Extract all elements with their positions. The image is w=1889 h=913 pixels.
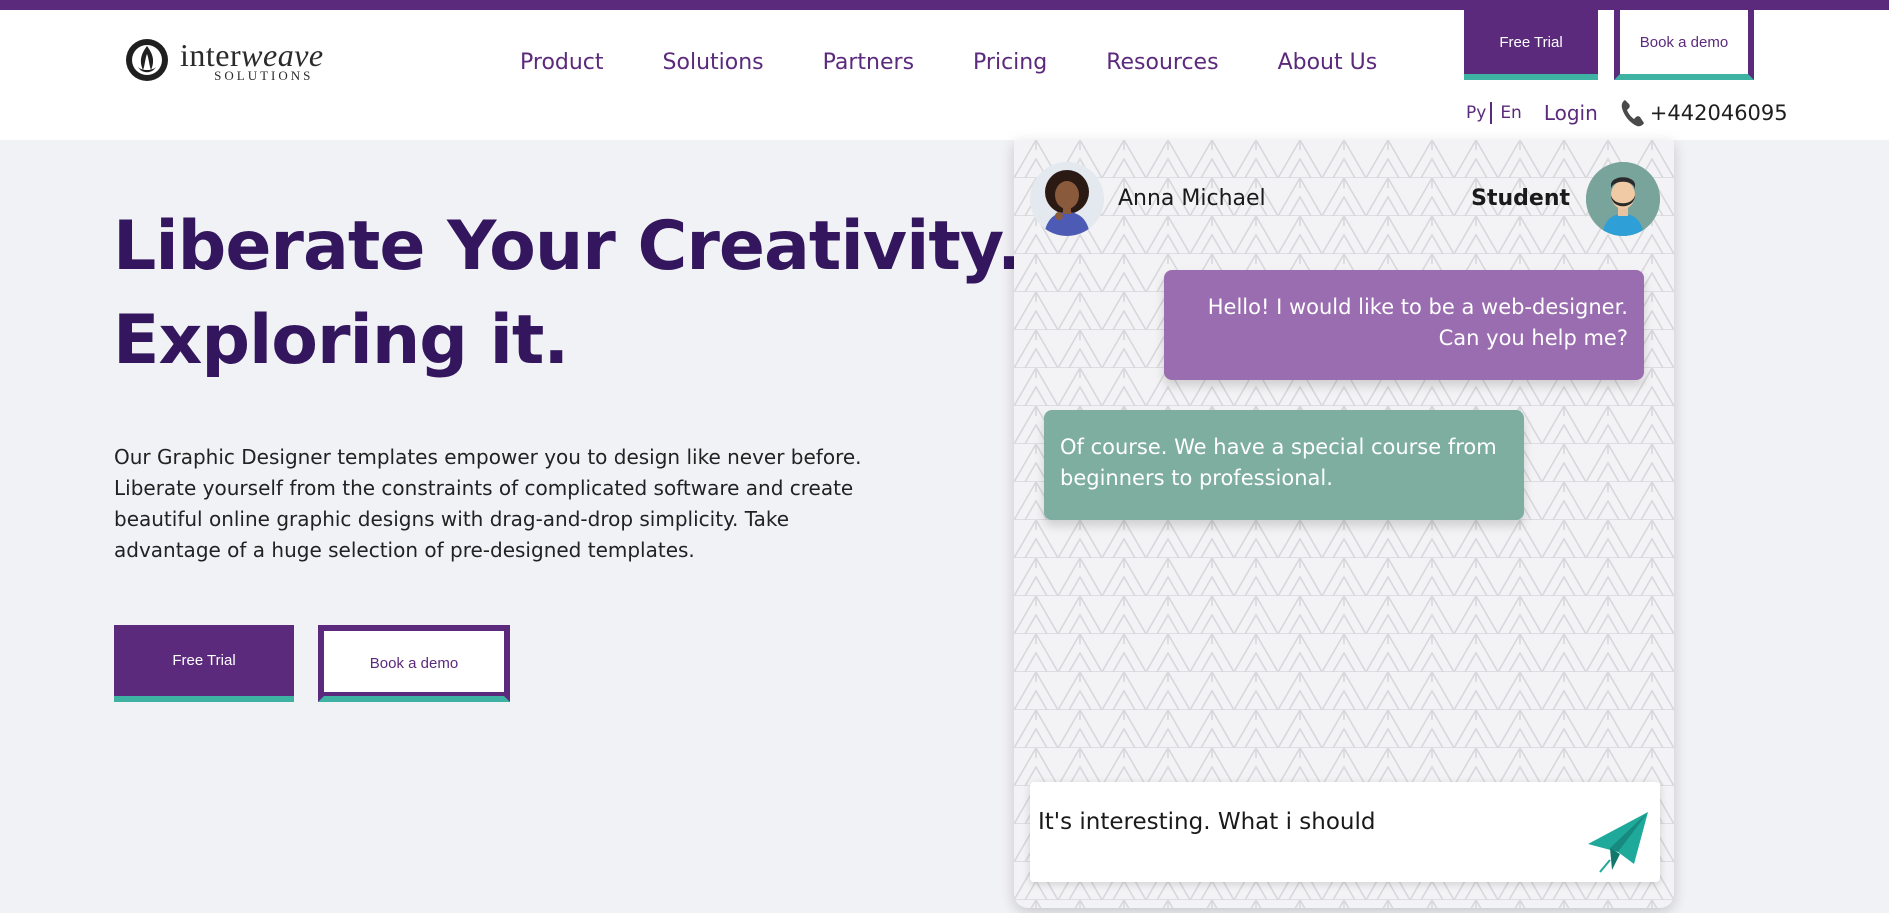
avatar-anna (1030, 162, 1104, 236)
hero-title: Liberate Your Creativity. Exploring it. (113, 200, 1023, 388)
header-utility-row: Py En Login +442046095 (1466, 98, 1788, 128)
brand-logo[interactable]: interweave SOLUTIONS (124, 30, 324, 90)
lang-en-link[interactable]: En (1500, 103, 1522, 123)
nav-item-about-us[interactable]: About Us (1278, 50, 1378, 75)
phone-link[interactable]: +442046095 (1620, 98, 1788, 128)
nav-item-solutions[interactable]: Solutions (663, 50, 764, 75)
hero-title-line-1: Liberate Your Creativity. (113, 207, 1023, 286)
chat-message-input[interactable] (1034, 792, 1574, 852)
chat-name-left: Anna Michael (1118, 186, 1266, 211)
header-book-demo-label: Book a demo (1639, 33, 1729, 51)
hero-book-demo-button[interactable]: Book a demo (318, 625, 510, 702)
phone-number: +442046095 (1649, 101, 1788, 125)
main-nav: Product Solutions Partners Pricing Resou… (520, 50, 1436, 75)
chat-name-right: Student (1471, 186, 1570, 211)
avatar-student (1586, 162, 1660, 236)
paper-plane-icon[interactable] (1586, 808, 1652, 874)
nav-item-partners[interactable]: Partners (823, 50, 914, 75)
header-free-trial-button[interactable]: Free Trial (1464, 10, 1598, 80)
man-avatar-icon (1586, 162, 1660, 236)
header-book-demo-button[interactable]: Book a demo (1614, 10, 1754, 80)
hero-title-line-2: Exploring it. (113, 301, 569, 380)
login-link[interactable]: Login (1544, 101, 1598, 125)
chat-preview-panel: Anna Michael Student Hello! I would like… (1014, 140, 1674, 908)
lang-ru-link[interactable]: Py (1466, 103, 1486, 123)
hero-book-demo-label: Book a demo (369, 655, 459, 672)
chat-composer (1030, 782, 1660, 882)
chat-message-incoming: Of course. We have a special course from… (1044, 410, 1524, 520)
top-accent-bar (0, 0, 1889, 10)
nav-item-pricing[interactable]: Pricing (973, 50, 1047, 75)
logo-wordmark: interweave (180, 39, 324, 71)
hero-description: Our Graphic Designer templates empower y… (114, 445, 862, 562)
woman-avatar-icon (1030, 162, 1104, 236)
hero-free-trial-button[interactable]: Free Trial (114, 625, 294, 702)
phone-icon (1621, 100, 1644, 127)
nav-item-product[interactable]: Product (520, 50, 604, 75)
logo-mark-icon (126, 39, 168, 81)
chat-message-outgoing: Hello! I would like to be a web-designer… (1164, 270, 1644, 380)
nav-item-resources[interactable]: Resources (1106, 50, 1218, 75)
lang-divider (1490, 102, 1493, 124)
chat-header: Anna Michael Student (1030, 162, 1660, 238)
